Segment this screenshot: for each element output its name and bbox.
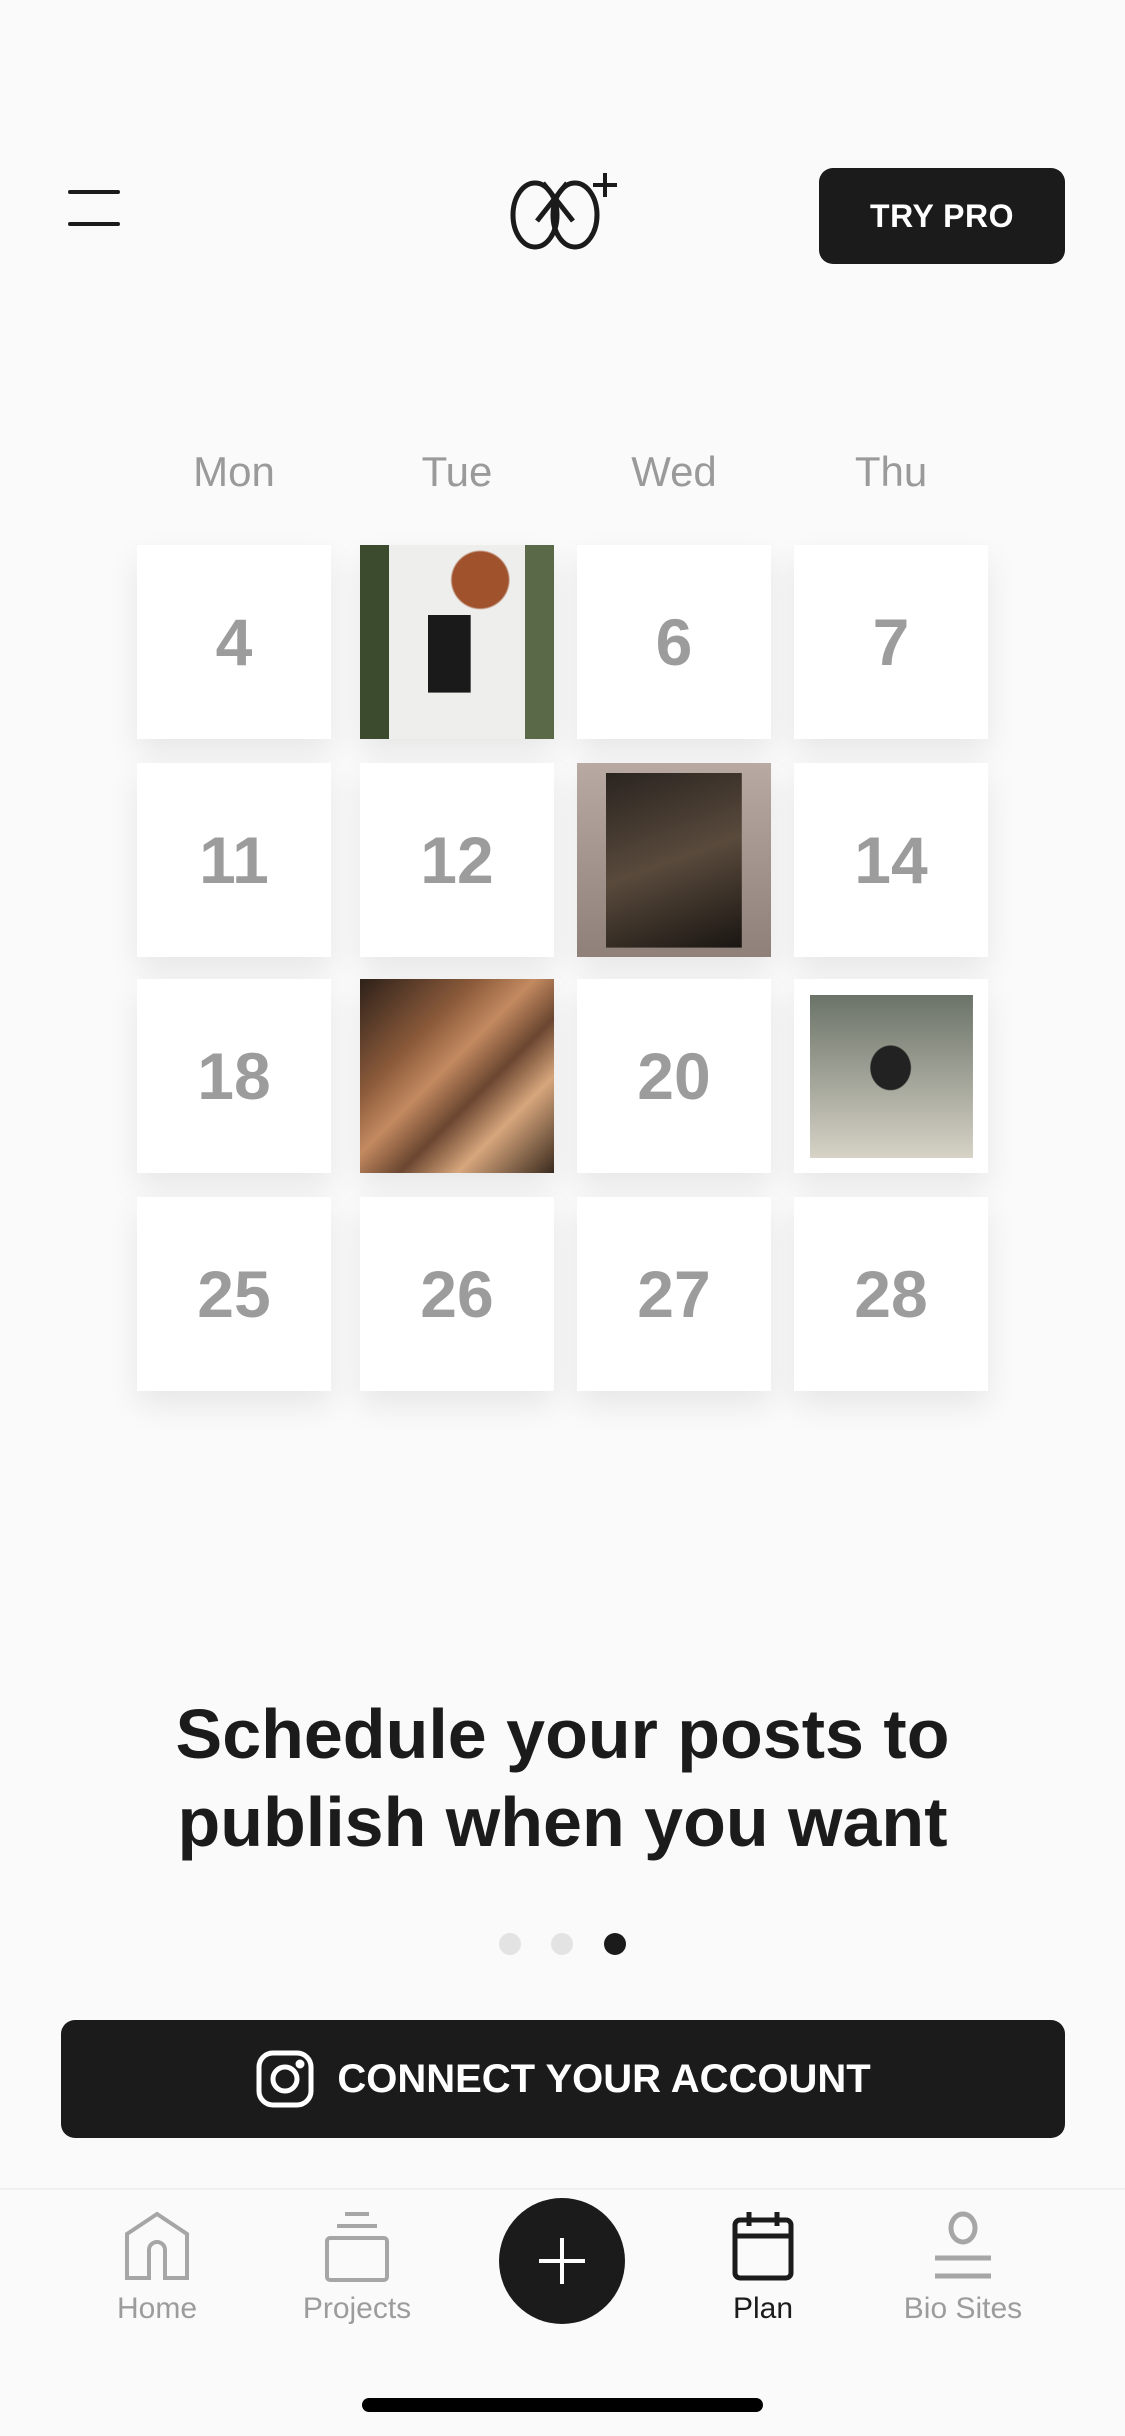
day-header: Tue — [421, 448, 493, 495]
day-header: Wed — [631, 448, 717, 495]
menu-button[interactable] — [68, 188, 122, 230]
calendar-day-cell[interactable]: 4 — [137, 545, 331, 739]
nav-label: Bio Sites — [903, 2292, 1023, 2325]
connect-label: CONNECT YOUR ACCOUNT — [337, 2056, 871, 2101]
calendar-cell-palm-tree-photo[interactable] — [794, 979, 988, 1173]
nav-bio-sites[interactable]: Bio Sites — [873, 2210, 1053, 2326]
calendar-cell-sand-dune-photo[interactable] — [360, 979, 554, 1173]
onboarding-headline: Schedule your posts to publish when you … — [0, 1690, 1125, 1866]
hamburger-line — [68, 222, 120, 226]
try-pro-button[interactable]: TRY PRO — [819, 168, 1065, 264]
nav-label: Home — [116, 2292, 198, 2325]
page-dot-3-active[interactable] — [604, 1933, 626, 1955]
calendar-day-cell[interactable]: 26 — [360, 1197, 554, 1391]
calendar-cell-woman-portrait-photo[interactable] — [360, 545, 554, 739]
page-dot-1[interactable] — [499, 1933, 521, 1955]
nav-label: Plan — [732, 2292, 794, 2325]
calendar-cell-hair-comb-photo[interactable] — [577, 763, 771, 957]
calendar-icon — [732, 2212, 794, 2281]
hamburger-icon — [68, 190, 120, 194]
calendar-day-cell[interactable]: 12 — [360, 763, 554, 957]
page-dot-2[interactable] — [551, 1933, 573, 1955]
calendar-day-cell[interactable]: 18 — [137, 979, 331, 1173]
instagram-icon — [256, 2050, 314, 2108]
connect-account-button[interactable]: CONNECT YOUR ACCOUNT — [61, 2020, 1065, 2138]
nav-home[interactable]: Home — [67, 2210, 247, 2326]
day-header: Thu — [854, 448, 928, 495]
nav-label: Projects — [302, 2292, 412, 2325]
projects-icon — [325, 2212, 389, 2282]
create-button[interactable] — [499, 2198, 625, 2324]
app-logo — [505, 165, 635, 255]
calendar-day-cell[interactable]: 11 — [137, 763, 331, 957]
headline-line-1: Schedule your posts to — [175, 1695, 950, 1773]
calendar-day-cell[interactable]: 28 — [794, 1197, 988, 1391]
headline-line-2: publish when you want — [177, 1783, 948, 1861]
home-indicator[interactable] — [362, 2398, 763, 2412]
nav-plan[interactable]: Plan — [673, 2210, 853, 2326]
calendar-day-cell[interactable]: 25 — [137, 1197, 331, 1391]
day-header: Mon — [193, 448, 275, 495]
home-icon — [125, 2211, 189, 2280]
calendar-day-cell[interactable]: 7 — [794, 545, 988, 739]
plus-icon — [539, 2238, 585, 2284]
person-icon — [935, 2211, 991, 2279]
nav-projects[interactable]: Projects — [267, 2210, 447, 2326]
calendar-day-cell[interactable]: 27 — [577, 1197, 771, 1391]
calendar-day-cell[interactable]: 20 — [577, 979, 771, 1173]
calendar-day-cell[interactable]: 14 — [794, 763, 988, 957]
calendar-day-cell[interactable]: 6 — [577, 545, 771, 739]
